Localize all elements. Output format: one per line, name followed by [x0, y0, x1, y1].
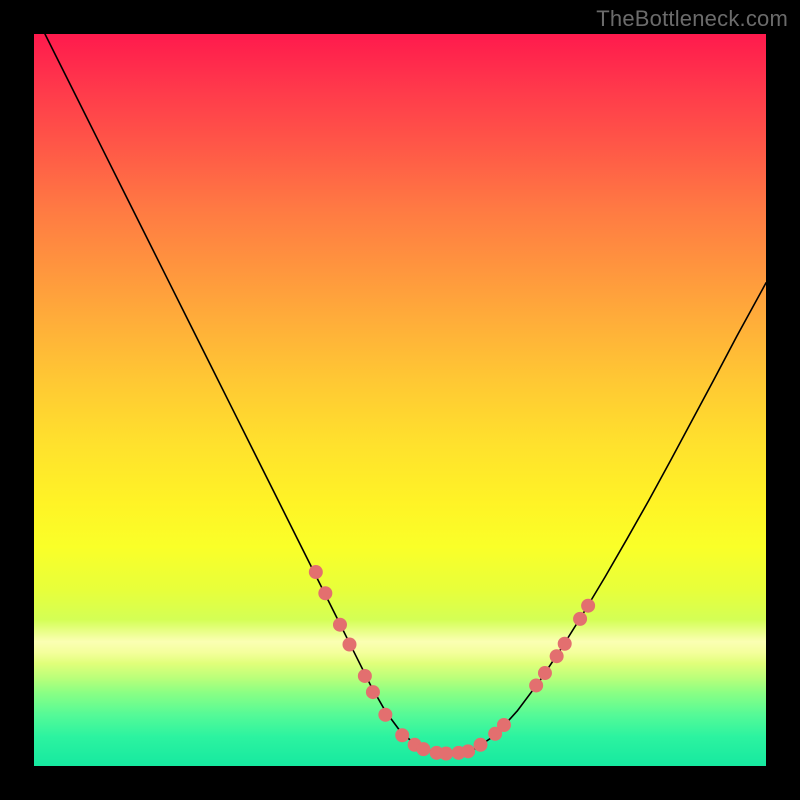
curve-marker — [474, 738, 488, 752]
curve-marker — [581, 599, 595, 613]
curve-marker — [366, 685, 380, 699]
curve-marker — [538, 666, 552, 680]
curve-marker — [416, 742, 430, 756]
curve-marker — [358, 669, 372, 683]
curve-marker — [378, 708, 392, 722]
curve-marker — [573, 612, 587, 626]
curve-marker — [529, 678, 543, 692]
curve-marker — [461, 744, 475, 758]
bottleneck-curve — [34, 34, 766, 754]
watermark-text: TheBottleneck.com — [596, 6, 788, 32]
curve-marker — [550, 649, 564, 663]
curve-marker — [342, 637, 356, 651]
curve-marker — [497, 718, 511, 732]
curve-marker — [395, 728, 409, 742]
curve-marker — [318, 586, 332, 600]
chart-svg — [34, 34, 766, 766]
curve-marker — [439, 747, 453, 761]
chart-frame: TheBottleneck.com — [0, 0, 800, 800]
curve-marker — [309, 565, 323, 579]
plot-area — [34, 34, 766, 766]
curve-marker — [558, 637, 572, 651]
curve-marker — [333, 618, 347, 632]
